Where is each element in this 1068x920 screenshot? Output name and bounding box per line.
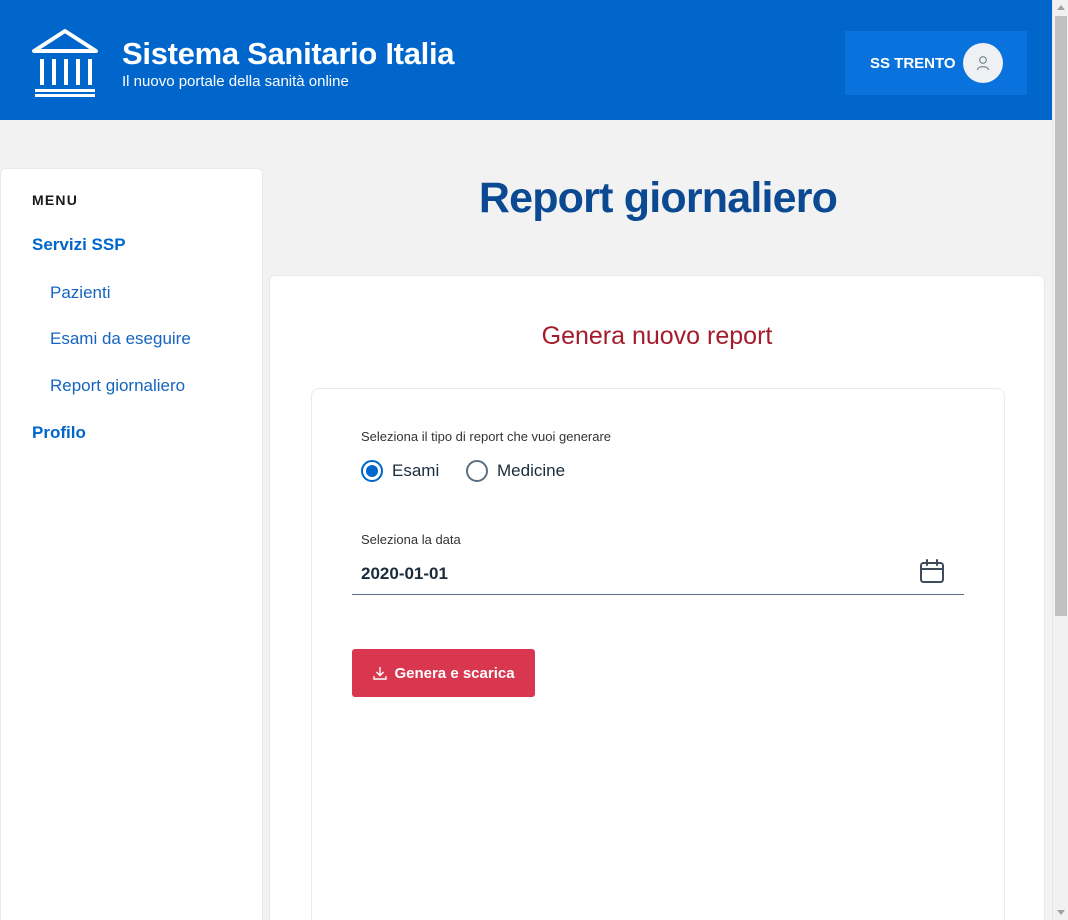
user-name-label: SS TRENTO (870, 54, 956, 72)
page-title: Report giornaliero (478, 174, 838, 222)
user-account-button[interactable]: SS TRENTO (845, 31, 1027, 95)
institution-building-icon[interactable] (31, 28, 99, 98)
generate-download-label: Genera e scarica (394, 664, 515, 682)
page-scrollbar[interactable] (1052, 0, 1068, 920)
scroll-down-icon[interactable] (1057, 910, 1065, 915)
site-subtitle: Il nuovo portale della sanità online (122, 73, 349, 90)
site-title[interactable]: Sistema Sanitario Italia (122, 36, 455, 72)
sidebar-item-report-giornaliero[interactable]: Report giornaliero (50, 376, 185, 396)
card-title: Genera nuovo report (541, 322, 773, 350)
download-icon (373, 667, 388, 680)
user-icon (976, 56, 990, 71)
scrollbar-thumb[interactable] (1055, 16, 1067, 616)
date-label: Seleziona la data (361, 532, 461, 547)
radio-medicine-label[interactable]: Medicine (497, 461, 565, 481)
sidebar-item-profilo[interactable]: Profilo (32, 423, 86, 443)
radio-esami-label[interactable]: Esami (392, 461, 439, 481)
date-input[interactable]: 2020-01-01 (352, 549, 964, 595)
sidebar-item-pazienti[interactable]: Pazienti (50, 283, 110, 303)
generate-download-button[interactable]: Genera e scarica (352, 649, 535, 697)
calendar-icon[interactable] (919, 558, 945, 584)
date-value[interactable]: 2020-01-01 (361, 564, 448, 584)
sidebar-menu: MENU Servizi SSP Pazienti Esami da esegu… (0, 168, 263, 920)
radio-medicine[interactable]: Medicine (466, 460, 565, 482)
radio-medicine-circle[interactable] (466, 460, 488, 482)
sidebar-item-esami-da-eseguire[interactable]: Esami da eseguire (50, 329, 191, 349)
report-card: Genera nuovo report Seleziona il tipo di… (269, 275, 1045, 920)
radio-esami[interactable]: Esami (361, 460, 439, 482)
report-type-label: Seleziona il tipo di report che vuoi gen… (361, 429, 612, 444)
sidebar-item-servizi-ssp[interactable]: Servizi SSP (32, 235, 126, 255)
menu-heading: MENU (32, 192, 79, 208)
report-form: Seleziona il tipo di report che vuoi gen… (311, 388, 1005, 920)
scroll-up-icon[interactable] (1057, 5, 1065, 10)
app-header: Sistema Sanitario Italia Il nuovo portal… (0, 0, 1052, 120)
avatar (963, 43, 1003, 83)
radio-esami-circle[interactable] (361, 460, 383, 482)
